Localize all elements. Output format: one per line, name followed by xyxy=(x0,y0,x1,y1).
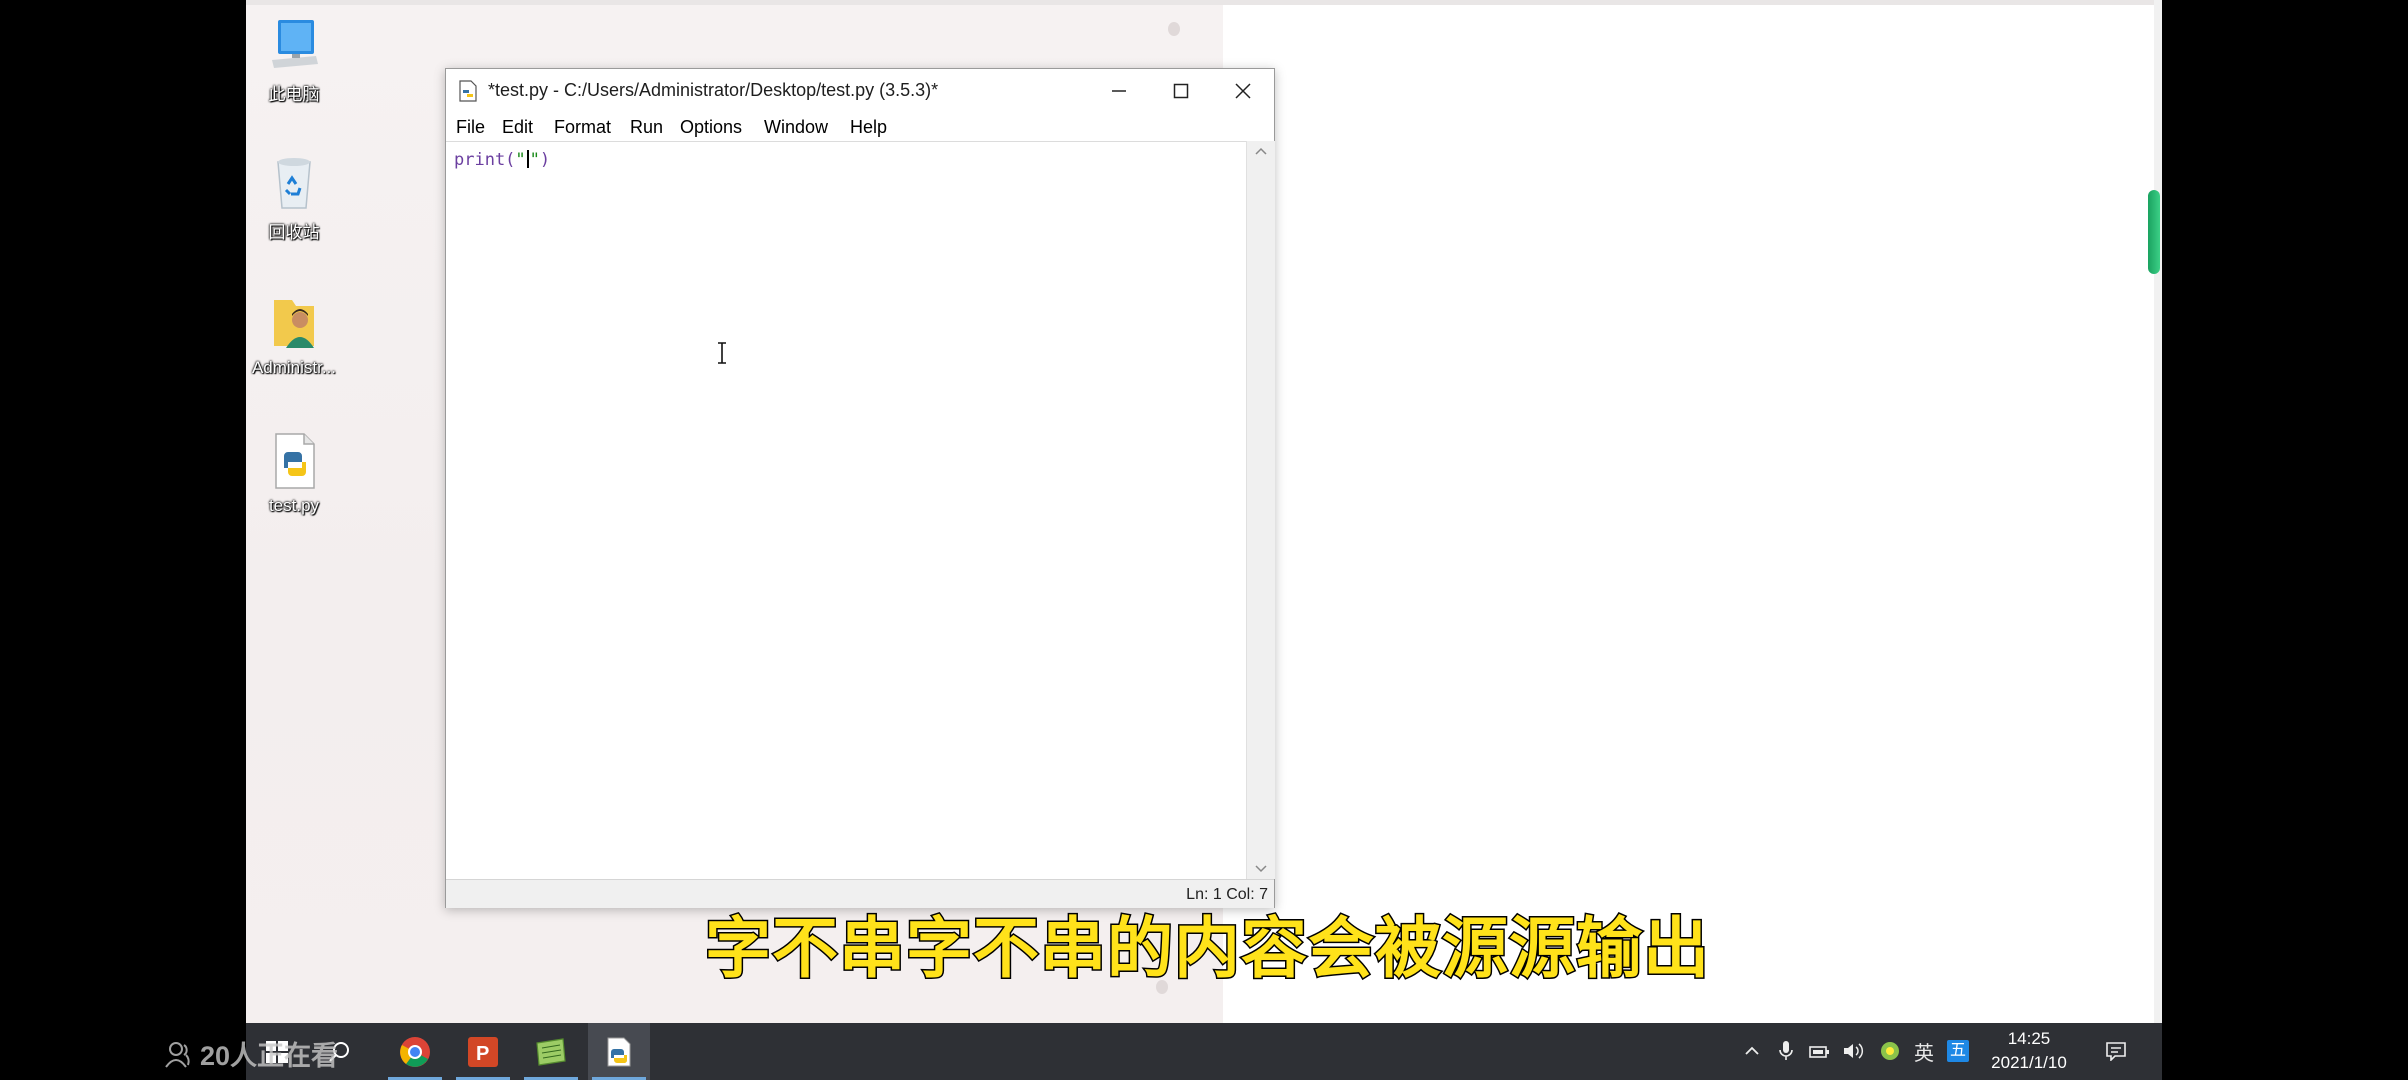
computer-icon xyxy=(264,14,324,74)
action-center-button[interactable] xyxy=(2102,1037,2130,1065)
window-titlebar[interactable]: *test.py - C:/Users/Administrator/Deskto… xyxy=(446,69,1274,113)
code-string-close: " xyxy=(529,150,540,170)
menu-format[interactable]: Format xyxy=(554,117,611,138)
notepad-icon xyxy=(536,1037,566,1066)
scroll-down-icon[interactable] xyxy=(1247,859,1275,879)
chrome-icon xyxy=(400,1036,430,1067)
desktop-icon-label: Administr... xyxy=(251,358,337,377)
taskbar-powerpoint[interactable]: P xyxy=(452,1023,514,1080)
taskbar-clock[interactable]: 14:25 2021/1/10 xyxy=(1984,1027,2074,1075)
browser-blank-area xyxy=(1223,5,2162,1023)
code-line[interactable]: print(" ") xyxy=(454,150,550,170)
desktop-icon-this-pc[interactable]: 此电脑 xyxy=(246,14,342,105)
video-subtitle: 字不串字不串的内容会被源源输出 xyxy=(704,909,1711,989)
network-icon xyxy=(1809,1046,1829,1058)
tray-microphone[interactable] xyxy=(1772,1037,1800,1065)
chevron-up-icon xyxy=(1745,1046,1759,1055)
scroll-up-icon[interactable] xyxy=(1247,141,1275,161)
clock-date: 2021/1/10 xyxy=(1991,1053,2067,1072)
menu-edit[interactable]: Edit xyxy=(502,117,533,138)
desktop-icon-label: 此电脑 xyxy=(268,85,320,104)
notification-icon xyxy=(2106,1042,2126,1061)
menu-bar: File Edit Format Run Options Window Help xyxy=(446,113,1274,141)
close-button[interactable] xyxy=(1212,69,1274,113)
ibeam-cursor-icon xyxy=(716,342,728,369)
tray-network[interactable] xyxy=(1806,1037,1834,1065)
editor-scrollbar[interactable] xyxy=(1246,141,1275,879)
minimize-icon xyxy=(1112,90,1126,92)
desktop-icon-label: test.py xyxy=(268,496,320,515)
microphone-icon xyxy=(1779,1041,1793,1060)
idle-editor-window[interactable]: *test.py - C:/Users/Administrator/Deskto… xyxy=(445,68,1275,908)
volume-icon xyxy=(1844,1043,1864,1059)
code-paren-close: ) xyxy=(539,150,551,170)
tray-ime-mode[interactable]: 五 xyxy=(1944,1037,1972,1065)
code-builtin: print( xyxy=(454,150,516,170)
powerpoint-icon: P xyxy=(468,1036,498,1067)
clock-time: 14:25 xyxy=(2007,1029,2051,1048)
show-hidden-icons-button[interactable] xyxy=(1738,1037,1766,1065)
recycle-bin-icon xyxy=(264,152,324,212)
minimize-button[interactable] xyxy=(1088,69,1150,113)
viewer-count-text: 20人正在看 xyxy=(200,1041,339,1071)
menu-run[interactable]: Run xyxy=(630,117,663,138)
menu-window[interactable]: Window xyxy=(764,117,828,138)
page-scrollbar-track[interactable] xyxy=(2154,0,2162,1023)
tray-volume[interactable] xyxy=(1840,1037,1868,1065)
desktop-icon-label: 回收站 xyxy=(268,223,320,242)
idle-file-icon xyxy=(458,80,478,102)
desktop-icon-test-py[interactable]: test.py xyxy=(246,430,342,516)
taskbar-python-idle[interactable] xyxy=(588,1023,650,1080)
window-title: *test.py - C:/Users/Administrator/Deskto… xyxy=(488,80,939,100)
viewer-count-overlay: 20人正在看 xyxy=(164,1034,338,1073)
page-scrollbar-thumb[interactable] xyxy=(2148,190,2160,274)
python-idle-icon xyxy=(607,1037,631,1066)
desktop-icon-administrator[interactable]: Administr... xyxy=(246,292,342,378)
ime-status-icon xyxy=(1881,1042,1899,1060)
desktop-icon-recycle-bin[interactable]: 回收站 xyxy=(246,152,342,243)
tray-ime-language[interactable]: 英 xyxy=(1910,1037,1938,1065)
text-caret xyxy=(526,150,529,168)
close-icon xyxy=(1235,83,1251,99)
taskbar-chrome[interactable] xyxy=(384,1023,446,1080)
svg-text:P: P xyxy=(476,1043,489,1065)
code-editor[interactable]: print(" ") xyxy=(446,141,1246,880)
code-string-open: " xyxy=(515,150,526,170)
menu-options[interactable]: Options xyxy=(680,117,742,138)
python-file-icon xyxy=(264,430,324,490)
menu-help[interactable]: Help xyxy=(850,117,887,138)
tray-ime-status[interactable] xyxy=(1876,1037,1904,1065)
people-icon xyxy=(165,1041,190,1068)
taskbar-notepad[interactable] xyxy=(520,1023,582,1080)
maximize-icon xyxy=(1173,83,1189,99)
menu-file[interactable]: File xyxy=(456,117,485,138)
user-folder-icon xyxy=(264,292,324,352)
ime-mode-badge: 五 xyxy=(1947,1040,1969,1062)
maximize-button[interactable] xyxy=(1150,69,1212,113)
taskbar: P 英 五 14:25 2021/1/10 xyxy=(246,1023,2162,1080)
